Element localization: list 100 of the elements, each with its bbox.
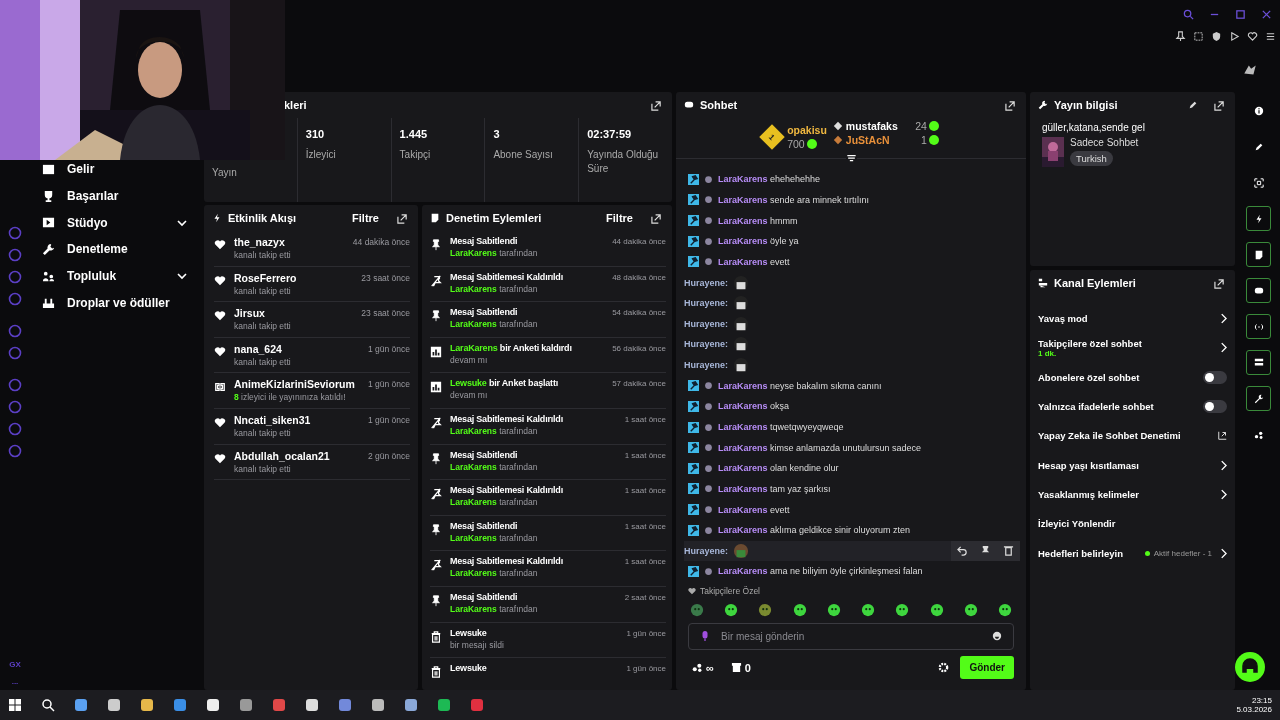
rail-button[interactable] [1246, 386, 1271, 411]
rail-button[interactable] [1246, 278, 1271, 303]
sidebar-app-icon[interactable] [8, 226, 22, 240]
chat-message[interactable]: LaraKarens okşa [684, 396, 1020, 417]
channel-action[interactable]: Yalnızca ifadelerle sohbet [1038, 391, 1227, 422]
sidebar-app-icon[interactable] [8, 422, 22, 436]
nav-item[interactable]: Başarılar [30, 182, 200, 210]
taskbar-app-icon[interactable] [371, 698, 385, 712]
emote-icon[interactable] [758, 603, 773, 617]
popout-icon[interactable] [1214, 277, 1225, 289]
language-tag[interactable]: Turkish [1070, 151, 1113, 166]
user-name[interactable]: Hurayene: [684, 277, 728, 288]
play-icon[interactable] [1229, 31, 1240, 42]
chat-message[interactable]: Hurayene: [684, 354, 1020, 376]
sidebar-app-icon[interactable] [8, 378, 22, 392]
toggle-switch[interactable] [1203, 400, 1227, 414]
sidebar-app-icon[interactable] [8, 248, 22, 262]
nav-item[interactable]: Gelir [30, 156, 200, 183]
user-name[interactable]: Hurayene: [684, 339, 728, 350]
chat-message[interactable]: LaraKarens evett [684, 499, 1020, 520]
taskbar-app-icon[interactable] [437, 698, 451, 712]
emote-icon[interactable] [963, 603, 978, 617]
emote-icon[interactable] [792, 603, 807, 617]
user-name[interactable]: the_nazyx [234, 236, 345, 248]
channel-action[interactable]: Hesap yaşı kısıtlaması [1038, 450, 1227, 480]
chat-message[interactable]: LaraKarens ama ne biliyim öyle çirkinleşmesi falan [684, 561, 1020, 582]
emote-icon[interactable] [997, 603, 1012, 617]
pencil-icon[interactable] [1188, 100, 1198, 110]
chat-message[interactable]: LaraKarens neyse bakalım sıkma canını [684, 375, 1020, 397]
taskbar-app-icon[interactable] [74, 698, 88, 712]
taskbar-app-icon[interactable] [239, 698, 253, 712]
channel-action[interactable]: İzleyici Yönlendir [1038, 509, 1227, 539]
send-button[interactable]: Gönder [960, 656, 1014, 679]
user-name[interactable]: Hurayene: [684, 318, 728, 329]
emote-icon[interactable] [724, 603, 739, 617]
emote-icon[interactable] [826, 603, 841, 617]
taskbar-app-icon[interactable] [305, 698, 319, 712]
user-name[interactable]: RoseFerrero [234, 271, 354, 284]
sidebar-app-icon[interactable] [8, 346, 22, 360]
message-input[interactable]: Bir mesaj gönderin [688, 623, 1014, 650]
chat-message[interactable]: Hurayene: [684, 313, 1020, 335]
settings-icon[interactable] [938, 662, 950, 673]
leader-name[interactable]: JuStAcN [845, 134, 912, 146]
popout-icon[interactable] [1005, 99, 1016, 111]
pin-icon[interactable] [1175, 31, 1186, 42]
nav-item[interactable]: Topluluk [30, 262, 200, 290]
chat-message[interactable]: LaraKarens hmmm [684, 210, 1020, 231]
chat-message[interactable]: LaraKarens tam yaz şarkısı [684, 478, 1020, 500]
chat-message[interactable]: LaraKarens sende ara minnek tırtılını [684, 189, 1020, 211]
chat-message[interactable]: LaraKarens aklıma geldikce sinir oluyorum zten [684, 519, 1020, 541]
toggle-switch[interactable] [1203, 370, 1227, 384]
channel-action[interactable]: Yavaş mod [1038, 304, 1227, 334]
rail-button[interactable] [1246, 350, 1271, 375]
crop-icon[interactable] [1193, 31, 1204, 42]
rail-button[interactable] [1246, 242, 1271, 267]
leader-name[interactable]: mustafaks [845, 120, 912, 132]
chat-message[interactable]: LaraKarens ehehehehhe [684, 169, 1020, 190]
user-name[interactable]: Hurayene: [684, 298, 728, 309]
leader-name[interactable]: opakisu [787, 124, 827, 136]
chat-message[interactable]: LaraKarens kimse anlamazda unutulursun sadece [684, 437, 1020, 458]
sidebar-app-icon[interactable] [8, 400, 22, 414]
emote-icon[interactable] [929, 603, 944, 617]
user-name[interactable]: nana_624 [234, 342, 360, 355]
menu-icon[interactable] [1265, 31, 1276, 42]
filter-button[interactable]: Filtre [350, 210, 381, 226]
emoji-icon[interactable] [992, 631, 1002, 641]
sidebar-app-icon[interactable] [8, 324, 22, 338]
chat-message[interactable]: Hurayene: [684, 272, 1020, 293]
chat-message[interactable]: LaraKarens tqwetqwyeyqweqe [684, 416, 1020, 438]
chat-message[interactable]: LaraKarens evett [684, 251, 1020, 273]
filter-button[interactable]: Filtre [604, 210, 635, 226]
user-name[interactable]: Hurayene: [684, 360, 728, 371]
taskbar-app-icon[interactable] [140, 698, 154, 712]
close-icon[interactable] [1261, 9, 1272, 20]
user-name[interactable]: AnimeKizlariniSeviorum [234, 378, 360, 391]
channel-action[interactable]: Takipçilere özel sohbet 1 dk. [1038, 333, 1227, 363]
headset-icon[interactable] [1235, 652, 1265, 682]
chat-message[interactable]: Hurayene: [684, 334, 1020, 355]
sidebar-app-icon[interactable] [8, 292, 22, 306]
heart-icon[interactable] [1247, 31, 1258, 42]
chat-message[interactable]: Hurayene: [684, 292, 1020, 314]
chat-message[interactable]: Hurayene: [684, 540, 1020, 562]
user-name[interactable]: Hurayene: [684, 545, 728, 556]
taskbar-app-icon[interactable] [206, 698, 220, 712]
maximize-icon[interactable] [1235, 9, 1246, 20]
sidebar-app-icon[interactable] [8, 270, 22, 284]
nav-item[interactable]: Denetleme [30, 236, 200, 263]
chat-message[interactable]: LaraKarens öyle ya [684, 230, 1020, 252]
user-name[interactable]: Jirsux [234, 307, 354, 320]
microphone-icon[interactable] [700, 630, 710, 642]
taskbar-app-icon[interactable] [107, 698, 121, 712]
store-icon[interactable] [730, 662, 742, 673]
user-name[interactable]: Nncati_siken31 [234, 413, 360, 426]
reply-icon[interactable] [957, 545, 968, 557]
emote-icon[interactable] [861, 603, 876, 617]
emote-icon[interactable] [895, 603, 910, 617]
shield-icon[interactable] [1211, 31, 1222, 42]
channel-action[interactable]: Yapay Zeka ile Sohbet Denetimi [1038, 421, 1227, 451]
points-icon[interactable] [692, 662, 703, 673]
sidebar-app-icon[interactable] [8, 444, 22, 458]
